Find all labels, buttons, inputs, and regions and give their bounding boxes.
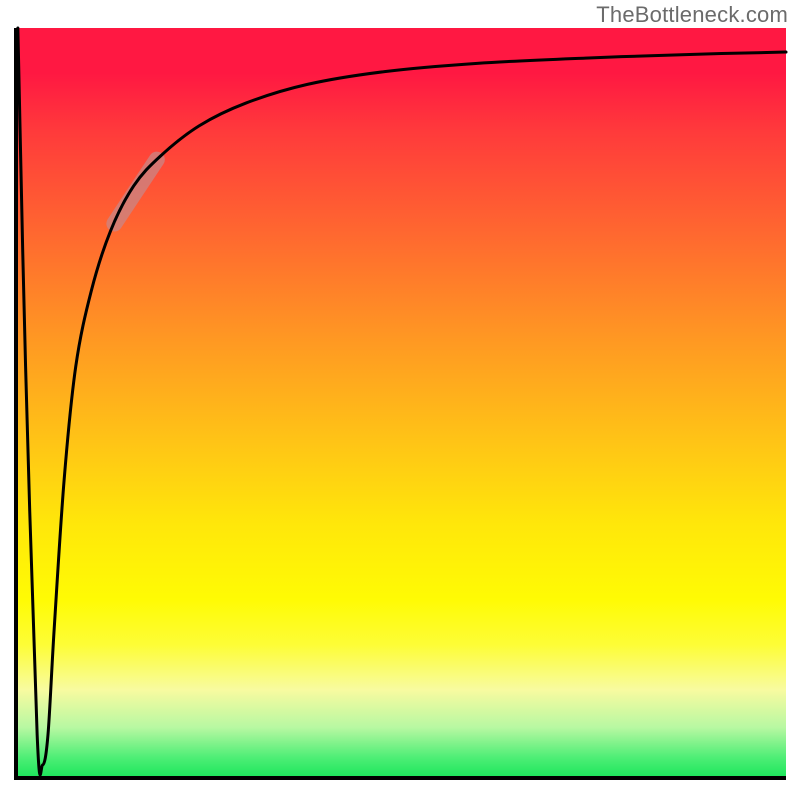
watermark-label: TheBottleneck.com xyxy=(596,2,788,28)
plot-area xyxy=(14,28,786,780)
curve-layer xyxy=(14,28,786,780)
curve-highlight-segment xyxy=(114,160,156,224)
bottleneck-curve xyxy=(18,28,786,775)
chart-container: TheBottleneck.com xyxy=(0,0,800,800)
